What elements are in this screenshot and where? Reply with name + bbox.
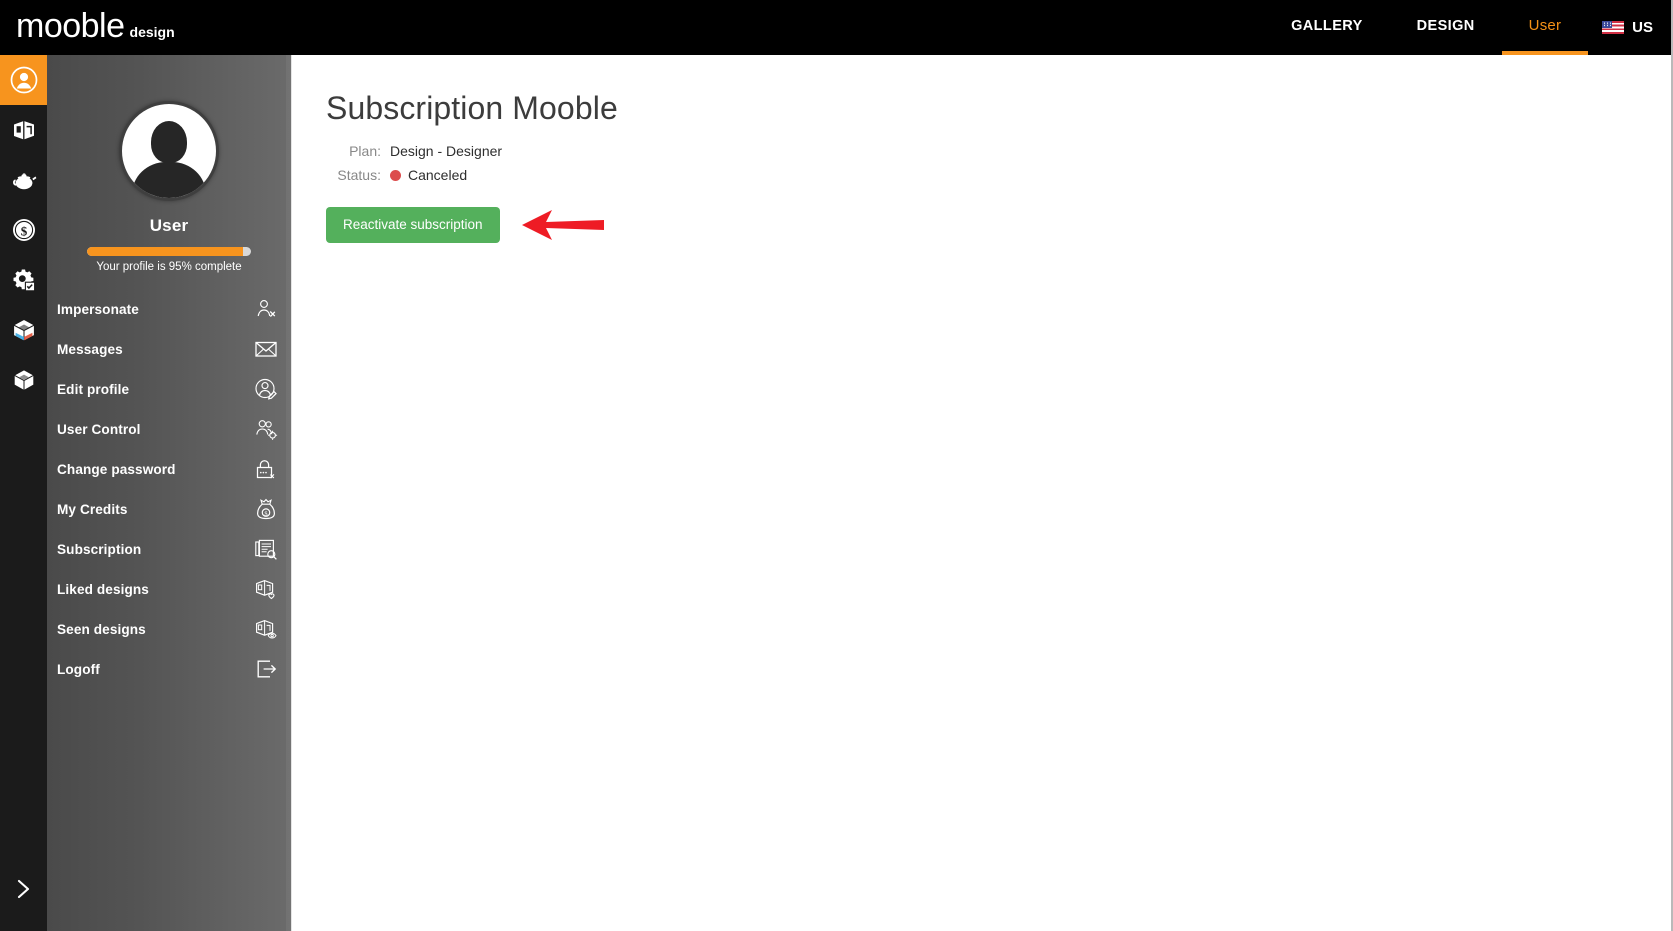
rail-item-user[interactable] — [0, 55, 47, 105]
sidebar-item-label: Seen designs — [57, 622, 146, 637]
sidebar-scrollbar[interactable] — [286, 55, 291, 931]
teapot-icon — [10, 166, 38, 194]
sidebar-item-label: User Control — [57, 422, 141, 437]
top-header: mooble design GALLERY DESIGN User US — [0, 0, 1673, 55]
sidebar-item-label: My Credits — [57, 502, 128, 517]
svg-text:$: $ — [20, 223, 27, 238]
sidebar-item-label: Edit profile — [57, 382, 129, 397]
top-navigation: GALLERY DESIGN User US — [1264, 0, 1673, 55]
plan-row: Plan: Design - Designer — [326, 143, 1669, 159]
sidebar-item-seen-designs[interactable]: Seen designs — [57, 609, 281, 649]
lock-icon — [253, 456, 279, 482]
sidebar-item-impersonate[interactable]: Impersonate — [57, 289, 281, 329]
plan-label: Plan: — [326, 143, 381, 159]
sidebar-item-label: Change password — [57, 462, 176, 477]
icon-rail: $ — [0, 55, 47, 931]
status-value-wrap: Canceled — [390, 167, 467, 183]
status-badge — [390, 170, 401, 181]
profile-progress-bar — [87, 247, 251, 256]
action-row: Reactivate subscription — [326, 207, 1669, 243]
user-circle-icon — [10, 66, 38, 94]
status-row: Status: Canceled — [326, 167, 1669, 183]
logo-brand: mooble — [16, 4, 125, 48]
main-content: Subscription Mooble Plan: Design - Desig… — [291, 55, 1669, 931]
rail-expand-button[interactable] — [0, 871, 47, 911]
annotation-arrow-left-icon — [522, 208, 604, 242]
sidebar-item-label: Logoff — [57, 662, 100, 677]
box-heart-icon — [253, 576, 279, 602]
profile-progress-fill — [87, 247, 243, 256]
rail-item-rooms[interactable] — [0, 105, 47, 155]
sidebar-item-user-control[interactable]: User Control — [57, 409, 281, 449]
status-label: Status: — [326, 167, 381, 183]
exit-arrow-icon — [253, 656, 279, 682]
sidebar-item-label: Impersonate — [57, 302, 139, 317]
plan-value: Design - Designer — [390, 143, 502, 159]
white-cube-icon — [10, 366, 38, 394]
language-label: US — [1632, 19, 1653, 36]
nav-item-design[interactable]: DESIGN — [1390, 0, 1502, 55]
profile-sidebar: User Your profile is 95% complete Impers… — [47, 55, 291, 931]
avatar[interactable] — [119, 101, 219, 201]
sidebar-item-label: Liked designs — [57, 582, 149, 597]
dollar-coin-icon: $ — [10, 216, 38, 244]
users-control-icon — [253, 416, 279, 442]
sidebar-item-messages[interactable]: Messages — [57, 329, 281, 369]
nav-item-gallery[interactable]: GALLERY — [1264, 0, 1390, 55]
color-cube-icon — [10, 316, 38, 344]
sidebar-menu: Impersonate Messages — [47, 289, 291, 689]
sidebar-item-change-password[interactable]: Change password — [57, 449, 281, 489]
sidebar-item-my-credits[interactable]: My Credits $ — [57, 489, 281, 529]
document-search-icon — [253, 536, 279, 562]
sidebar-item-liked-designs[interactable]: Liked designs — [57, 569, 281, 609]
svg-text:$: $ — [264, 510, 267, 517]
impersonate-user-icon — [253, 296, 279, 322]
chevron-right-icon — [13, 875, 35, 908]
sidebar-item-label: Messages — [57, 342, 123, 357]
rail-item-products[interactable] — [0, 355, 47, 405]
profile-name: User — [47, 216, 291, 236]
avatar-head — [151, 121, 187, 163]
sidebar-item-edit-profile[interactable]: Edit profile — [57, 369, 281, 409]
edit-profile-icon — [253, 376, 279, 402]
gear-settings-icon — [10, 266, 38, 294]
envelope-icon — [253, 336, 279, 362]
page-title: Subscription Mooble — [326, 89, 1669, 127]
avatar-body — [132, 162, 206, 201]
app-window: mooble design GALLERY DESIGN User US — [0, 0, 1673, 931]
room-box-icon — [10, 116, 38, 144]
money-bag-icon: $ — [253, 496, 279, 522]
language-selector[interactable]: US — [1588, 0, 1673, 55]
box-eye-icon — [253, 616, 279, 642]
rail-item-materials[interactable] — [0, 305, 47, 355]
profile-progress-label: Your profile is 95% complete — [47, 261, 291, 273]
status-value: Canceled — [408, 167, 467, 183]
sidebar-item-subscription[interactable]: Subscription — [57, 529, 281, 569]
sidebar-item-logoff[interactable]: Logoff — [57, 649, 281, 689]
us-flag-icon — [1602, 21, 1624, 34]
rail-item-credits[interactable]: $ — [0, 205, 47, 255]
nav-item-user[interactable]: User — [1502, 0, 1588, 55]
reactivate-subscription-button[interactable]: Reactivate subscription — [326, 207, 500, 243]
sidebar-item-label: Subscription — [57, 542, 141, 557]
site-logo[interactable]: mooble design — [16, 4, 175, 54]
logo-subtitle: design — [130, 10, 175, 54]
rail-item-teapot[interactable] — [0, 155, 47, 205]
rail-item-settings[interactable] — [0, 255, 47, 305]
